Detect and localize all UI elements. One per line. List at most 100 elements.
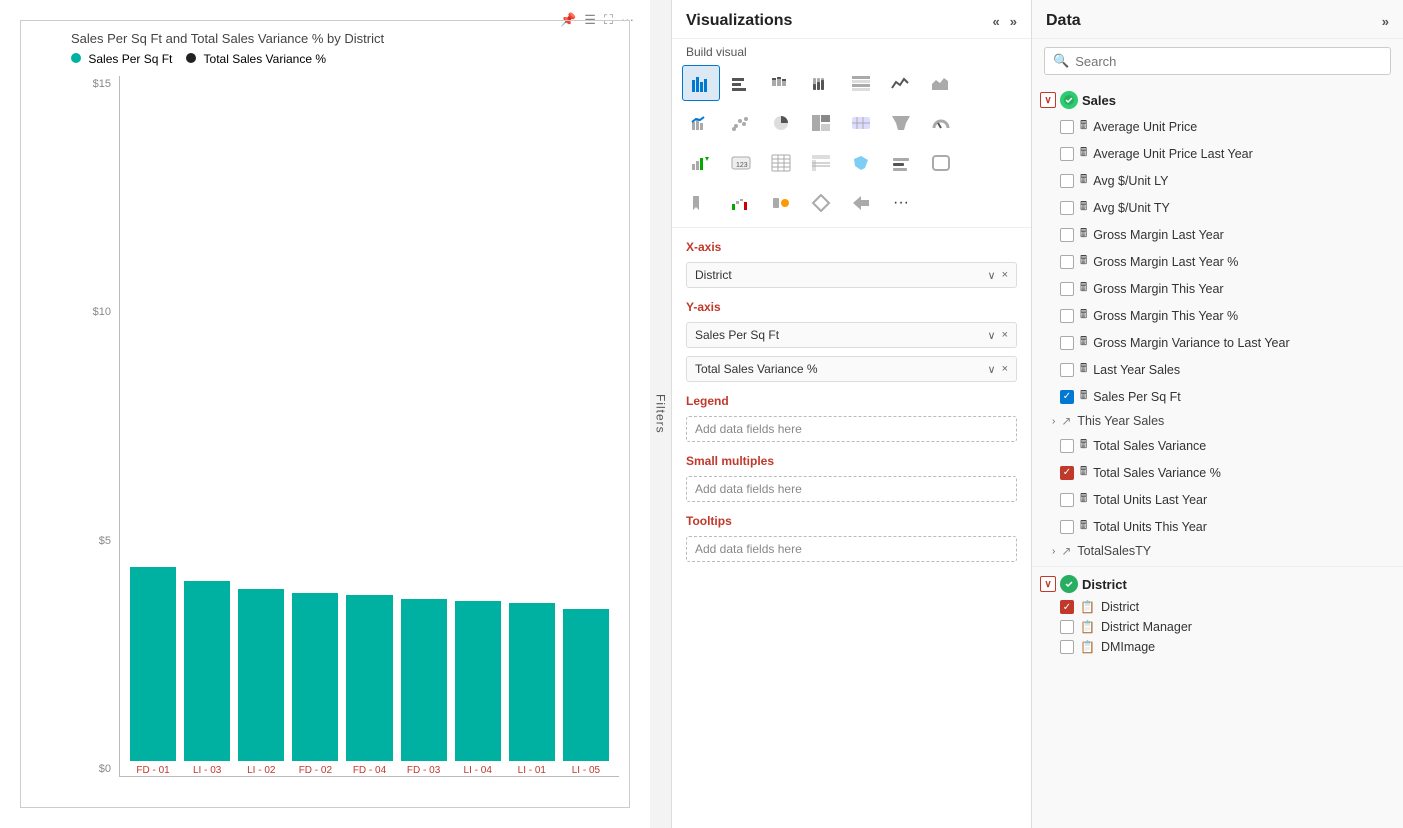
- gm-ly-pct-checkbox[interactable]: [1060, 255, 1074, 269]
- tree-item-dmimage[interactable]: 📋 DMImage: [1032, 637, 1403, 657]
- gm-ly-checkbox[interactable]: [1060, 228, 1074, 242]
- data-panel-expand[interactable]: »: [1382, 14, 1389, 29]
- tree-item-gm-ty[interactable]: 🖩 Gross Margin This Year: [1032, 275, 1403, 302]
- district-manager-checkbox[interactable]: [1060, 620, 1074, 634]
- tree-item-district-manager[interactable]: 📋 District Manager: [1032, 617, 1403, 637]
- viz-icon-tree[interactable]: [802, 105, 840, 141]
- viz-icon-scatter[interactable]: [722, 105, 760, 141]
- viz-icon-waterfall[interactable]: [722, 185, 760, 221]
- ly-sales-checkbox[interactable]: [1060, 363, 1074, 377]
- viz-icon-gauge[interactable]: [922, 105, 960, 141]
- viz-icon-table[interactable]: [762, 145, 800, 181]
- bar-group-FD---02[interactable]: FD - 02: [292, 593, 338, 776]
- filters-sidebar[interactable]: Filters: [650, 0, 672, 828]
- y-axis-2-remove[interactable]: ×: [1002, 363, 1008, 376]
- viz-icon-slicer[interactable]: [882, 145, 920, 181]
- total-units-ly-checkbox[interactable]: [1060, 493, 1074, 507]
- this-year-sales-expand[interactable]: ›: [1052, 416, 1055, 427]
- district-checkbox[interactable]: ✓: [1060, 600, 1074, 614]
- bar-group-LI---04[interactable]: LI - 04: [455, 601, 501, 776]
- viz-icon-kpi[interactable]: [682, 145, 720, 181]
- tree-item-total-units-ly[interactable]: 🖩 Total Units Last Year: [1032, 486, 1403, 513]
- avg-unit-price-checkbox[interactable]: [1060, 120, 1074, 134]
- viz-icon-diamond[interactable]: [802, 185, 840, 221]
- viz-icon-card[interactable]: 123: [722, 145, 760, 181]
- gm-ty-checkbox[interactable]: [1060, 282, 1074, 296]
- dmimage-checkbox[interactable]: [1060, 640, 1074, 654]
- viz-icon-map[interactable]: [842, 105, 880, 141]
- viz-icon-arrow[interactable]: [842, 185, 880, 221]
- viz-icon-combo[interactable]: [682, 105, 720, 141]
- total-sales-var-pct-checkbox[interactable]: ✓: [1060, 466, 1074, 480]
- tree-item-gm-ly-pct[interactable]: 🖩 Gross Margin Last Year %: [1032, 248, 1403, 275]
- data-search-box[interactable]: 🔍: [1044, 47, 1391, 75]
- tree-group-district-header[interactable]: ∨ District: [1032, 571, 1403, 597]
- gm-var-ly-checkbox[interactable]: [1060, 336, 1074, 350]
- viz-icon-100pct[interactable]: [802, 65, 840, 101]
- viz-icon-matrix2[interactable]: [802, 145, 840, 181]
- tree-group-sales-header[interactable]: ∨ Sales: [1032, 87, 1403, 113]
- viz-icon-matrix[interactable]: [842, 65, 880, 101]
- viz-panel-next-icon[interactable]: »: [1010, 14, 1017, 29]
- search-input[interactable]: [1075, 54, 1382, 69]
- bar-group-LI---02[interactable]: LI - 02: [238, 589, 284, 776]
- field-icon-3: 📋: [1080, 640, 1095, 654]
- this-year-sales-header[interactable]: › ↗ This Year Sales: [1032, 410, 1403, 432]
- tree-item-district[interactable]: ✓ 📋 District: [1032, 597, 1403, 617]
- sales-per-sqft-checkbox[interactable]: ✓: [1060, 390, 1074, 404]
- total-sales-ty-expand[interactable]: ›: [1052, 546, 1055, 557]
- avg-unit-price-ly-checkbox[interactable]: [1060, 147, 1074, 161]
- bar-group-FD---04[interactable]: FD - 04: [346, 595, 392, 776]
- bar-group-LI---05[interactable]: LI - 05: [563, 609, 609, 776]
- viz-icon-funnel[interactable]: [882, 105, 920, 141]
- viz-icon-ribbon[interactable]: [682, 185, 720, 221]
- sales-group-expand-checkbox[interactable]: ∨: [1040, 92, 1056, 108]
- x-axis-chevron[interactable]: ∨: [988, 269, 996, 282]
- total-sales-var-checkbox[interactable]: [1060, 439, 1074, 453]
- viz-icon-shape[interactable]: [922, 145, 960, 181]
- gm-ty-pct-checkbox[interactable]: [1060, 309, 1074, 323]
- total-units-ty-checkbox[interactable]: [1060, 520, 1074, 534]
- tree-item-avg-unit-price-ly[interactable]: 🖩 Average Unit Price Last Year: [1032, 140, 1403, 167]
- viz-icon-area[interactable]: [922, 65, 960, 101]
- viz-icon-custom1[interactable]: [762, 185, 800, 221]
- tree-item-total-units-ty[interactable]: 🖩 Total Units This Year: [1032, 513, 1403, 540]
- y-axis-field-1[interactable]: Sales Per Sq Ft ∨ ×: [686, 322, 1017, 348]
- x-axis-field[interactable]: District ∨ ×: [686, 262, 1017, 288]
- total-sales-ty-header[interactable]: › ↗ TotalSalesTY: [1032, 540, 1403, 562]
- viz-icon-more[interactable]: ···: [882, 185, 920, 221]
- viz-icon-column-chart[interactable]: [722, 65, 760, 101]
- bar-group-LI---01[interactable]: LI - 01: [509, 603, 555, 776]
- avg-unit-ty-checkbox[interactable]: [1060, 201, 1074, 215]
- viz-icon-stacked[interactable]: [762, 65, 800, 101]
- y-axis-1-chevron[interactable]: ∨: [988, 329, 996, 342]
- tree-item-gm-ty-pct[interactable]: 🖩 Gross Margin This Year %: [1032, 302, 1403, 329]
- bar-group-LI---03[interactable]: LI - 03: [184, 581, 230, 776]
- viz-icon-filled-map[interactable]: [842, 145, 880, 181]
- tree-item-gm-ly[interactable]: 🖩 Gross Margin Last Year: [1032, 221, 1403, 248]
- y-axis-1-remove[interactable]: ×: [1002, 329, 1008, 342]
- calc-icon-4: 🖩: [1080, 197, 1087, 218]
- viz-panel-prev-icon[interactable]: «: [993, 14, 1000, 29]
- tooltips-field[interactable]: Add data fields here: [686, 536, 1017, 562]
- small-multiples-field[interactable]: Add data fields here: [686, 476, 1017, 502]
- tree-item-avg-unit-ty[interactable]: 🖩 Avg $/Unit TY: [1032, 194, 1403, 221]
- tree-item-total-sales-var-pct[interactable]: ✓ 🖩 Total Sales Variance %: [1032, 459, 1403, 486]
- viz-icon-pie[interactable]: [762, 105, 800, 141]
- bar-group-FD---01[interactable]: FD - 01: [130, 567, 176, 776]
- tree-item-sales-per-sqft[interactable]: ✓ 🖩 Sales Per Sq Ft: [1032, 383, 1403, 410]
- y-axis-field-2[interactable]: Total Sales Variance % ∨ ×: [686, 356, 1017, 382]
- district-group-expand-checkbox[interactable]: ∨: [1040, 576, 1056, 592]
- tree-item-avg-unit-ly[interactable]: 🖩 Avg $/Unit LY: [1032, 167, 1403, 194]
- x-axis-remove[interactable]: ×: [1002, 269, 1008, 282]
- bar-group-FD---03[interactable]: FD - 03: [401, 599, 447, 776]
- tree-item-gm-var-ly[interactable]: 🖩 Gross Margin Variance to Last Year: [1032, 329, 1403, 356]
- viz-icon-line[interactable]: [882, 65, 920, 101]
- tree-item-total-sales-var[interactable]: 🖩 Total Sales Variance: [1032, 432, 1403, 459]
- viz-icon-bar-chart[interactable]: [682, 65, 720, 101]
- legend-field[interactable]: Add data fields here: [686, 416, 1017, 442]
- y-axis-2-chevron[interactable]: ∨: [988, 363, 996, 376]
- tree-item-avg-unit-price[interactable]: 🖩 Average Unit Price: [1032, 113, 1403, 140]
- avg-unit-ly-checkbox[interactable]: [1060, 174, 1074, 188]
- tree-item-ly-sales[interactable]: 🖩 Last Year Sales: [1032, 356, 1403, 383]
